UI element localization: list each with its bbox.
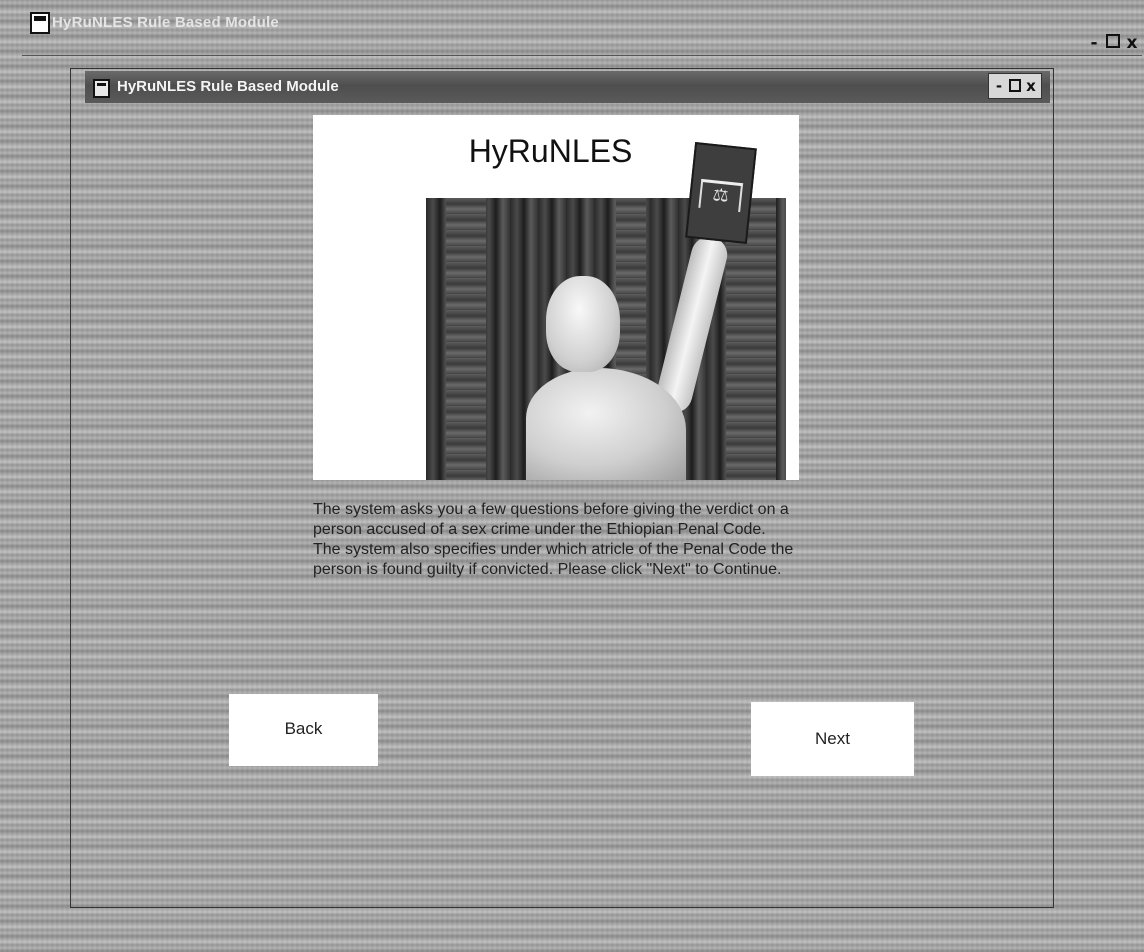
inner-window-controls: - x [988, 73, 1042, 99]
description-paragraph-1: The system asks you a few questions befo… [313, 501, 789, 538]
law-book-icon: ⚖ [685, 142, 757, 244]
description-paragraph-2: The system also specifies under which at… [313, 541, 794, 578]
inner-window-title: HyRuNLES Rule Based Module [117, 78, 339, 95]
inner-app-icon [93, 79, 110, 98]
splash-image: HyRuNLES ⚖ [313, 115, 799, 480]
next-button[interactable]: Next [751, 702, 914, 776]
back-button[interactable]: Back [229, 694, 378, 766]
outer-title-bar: HyRuNLES Rule Based Module - x [0, 0, 1144, 53]
outer-title-divider [22, 55, 1142, 56]
outer-close-button[interactable]: x [1124, 33, 1140, 53]
outer-maximize-button[interactable] [1106, 34, 1120, 48]
inner-maximize-button[interactable] [1009, 79, 1021, 92]
inner-minimize-button[interactable]: - [992, 76, 1006, 96]
scales-icon: ⚖ [698, 178, 744, 213]
inner-title-bar[interactable]: HyRuNLES Rule Based Module - x [85, 71, 1050, 103]
splash-title: HyRuNLES [468, 133, 633, 169]
tree-trunk [446, 198, 486, 480]
outer-window-title: HyRuNLES Rule Based Module [52, 14, 279, 31]
statue-head [546, 276, 620, 372]
outer-minimize-button[interactable]: - [1086, 33, 1102, 53]
app-icon [30, 12, 50, 34]
outer-window-controls: - x [1086, 33, 1140, 53]
inner-close-button[interactable]: x [1024, 76, 1038, 96]
description-text: The system asks you a few questions befo… [313, 500, 799, 580]
